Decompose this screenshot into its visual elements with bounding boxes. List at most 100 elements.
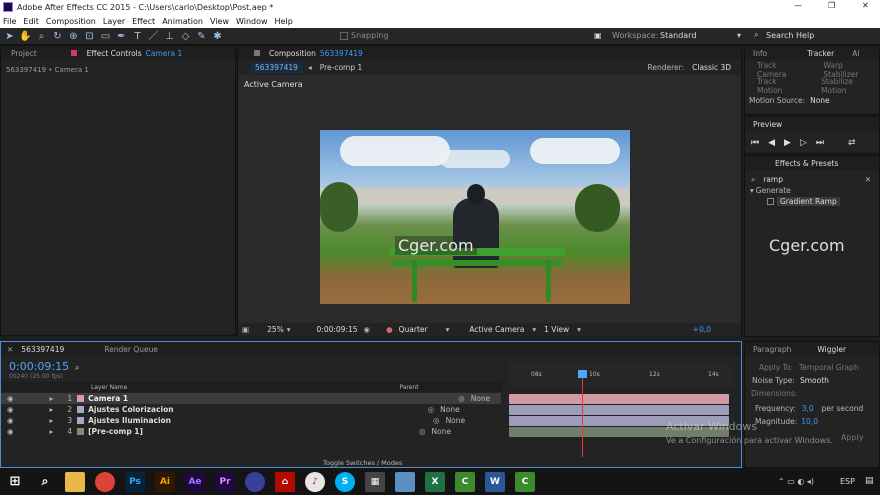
- layer-row[interactable]: ◉ ▸ 2 Ajustes Colorizacion ◎ None: [1, 404, 501, 415]
- parent-select[interactable]: None: [432, 427, 452, 436]
- menu-animation[interactable]: Animation: [162, 17, 203, 26]
- tab-tracker[interactable]: Tracker: [807, 49, 834, 58]
- layer-bar[interactable]: [509, 405, 729, 415]
- layer-row[interactable]: ◉ ▸ 3 Ajustes Iluminacion ◎ None: [1, 415, 501, 426]
- notifications-icon[interactable]: ▤: [865, 476, 874, 486]
- layer-name[interactable]: Camera 1: [88, 394, 128, 403]
- calculator-icon[interactable]: ▦: [365, 471, 385, 492]
- camtasia-recorder-icon[interactable]: C: [515, 471, 535, 492]
- skype-icon[interactable]: S: [335, 471, 355, 492]
- eye-icon[interactable]: ◉: [7, 416, 14, 425]
- windows-start-icon[interactable]: ⊞: [5, 472, 25, 492]
- minimize-button[interactable]: —: [794, 1, 802, 10]
- zoom-tool-icon[interactable]: ⌕: [35, 30, 48, 43]
- comp-viewer-image[interactable]: [320, 130, 630, 304]
- playhead[interactable]: [582, 372, 583, 457]
- exposure-value[interactable]: +0,0: [693, 325, 711, 334]
- menu-help[interactable]: Help: [275, 17, 293, 26]
- pen-tool-icon[interactable]: ✒: [115, 30, 128, 43]
- photoshop-icon[interactable]: Ps: [125, 471, 145, 492]
- expand-arrow-icon[interactable]: ▸: [50, 405, 54, 414]
- close-icon[interactable]: ✕: [7, 345, 13, 354]
- selection-tool-icon[interactable]: ➤: [3, 30, 16, 43]
- eye-icon[interactable]: ◉: [7, 405, 14, 414]
- tab-project[interactable]: Project: [11, 49, 37, 58]
- menu-edit[interactable]: Edit: [23, 17, 39, 26]
- roto-brush-tool-icon[interactable]: ✎: [195, 30, 208, 43]
- workspace-select[interactable]: Standard: [660, 31, 696, 40]
- parent-select[interactable]: None: [446, 416, 466, 425]
- effects-search-input[interactable]: ramp: [763, 175, 783, 184]
- menu-layer[interactable]: Layer: [103, 17, 125, 26]
- snapping-checkbox[interactable]: [340, 32, 348, 40]
- menu-window[interactable]: Window: [236, 17, 268, 26]
- tab-info[interactable]: Info: [753, 49, 767, 58]
- parent-select[interactable]: None: [440, 405, 460, 414]
- menu-composition[interactable]: Composition: [46, 17, 96, 26]
- language-indicator[interactable]: ESP: [840, 477, 855, 486]
- itunes-icon[interactable]: ♪: [305, 471, 325, 492]
- app-icon[interactable]: [395, 471, 415, 492]
- search-icon[interactable]: ⌕: [75, 363, 79, 373]
- tab-preview[interactable]: Preview: [753, 120, 782, 129]
- file-explorer-icon[interactable]: [65, 471, 85, 492]
- last-frame-icon[interactable]: ⏭: [816, 138, 824, 148]
- effect-gradient-ramp[interactable]: Gradient Ramp: [777, 197, 840, 206]
- parent-pickwhip-icon[interactable]: ◎: [433, 416, 440, 425]
- premiere-icon[interactable]: Pr: [215, 471, 235, 492]
- eraser-tool-icon[interactable]: ◇: [179, 30, 192, 43]
- play-icon[interactable]: ▶: [784, 138, 791, 148]
- illustrator-icon[interactable]: Ai: [155, 471, 175, 492]
- search-icon[interactable]: ⌕: [35, 472, 55, 492]
- after-effects-icon[interactable]: Ae: [185, 471, 205, 492]
- browser-icon[interactable]: [245, 471, 265, 492]
- chevron-down-icon[interactable]: ▾: [287, 325, 291, 334]
- tray-icons[interactable]: ⌃ ▭ ◐ ◂): [778, 477, 814, 486]
- parent-pickwhip-icon[interactable]: ◎: [419, 427, 426, 436]
- parent-select[interactable]: None: [471, 394, 491, 403]
- menu-view[interactable]: View: [210, 17, 229, 26]
- tab-render-queue[interactable]: Render Queue: [104, 345, 158, 354]
- snapshot-icon[interactable]: ◉: [364, 325, 371, 334]
- close-button[interactable]: ✕: [862, 1, 869, 10]
- expand-arrow-icon[interactable]: ▾: [750, 186, 754, 195]
- first-frame-icon[interactable]: ⏮: [751, 138, 759, 148]
- maximize-button[interactable]: ❐: [828, 1, 835, 10]
- tab-wiggler[interactable]: Wiggler: [817, 345, 846, 354]
- rotate-tool-icon[interactable]: ↻: [51, 30, 64, 43]
- layer-color-label[interactable]: [77, 428, 85, 435]
- chevron-down-icon[interactable]: ▾: [737, 31, 741, 40]
- chevron-down-icon[interactable]: ▾: [577, 325, 581, 334]
- layer-row[interactable]: ◉ ▸ 4 [Pre-comp 1] ◎ None: [1, 426, 501, 437]
- magnitude-value[interactable]: 10,0: [801, 417, 818, 426]
- eye-icon[interactable]: ◉: [7, 394, 14, 403]
- time-ruler[interactable]: 08s 10s 12s 14s: [509, 362, 734, 388]
- playhead-handle[interactable]: [578, 370, 587, 378]
- timeline-timecode[interactable]: 0:00:09:15: [9, 360, 69, 373]
- renderer-value[interactable]: Classic 3D: [692, 63, 731, 72]
- tab-align[interactable]: Al: [852, 49, 859, 58]
- layer-name[interactable]: [Pre-comp 1]: [88, 427, 143, 436]
- type-tool-icon[interactable]: T: [131, 30, 144, 43]
- chevron-down-icon[interactable]: ▾: [446, 325, 450, 334]
- loop-icon[interactable]: ⇄: [848, 138, 856, 148]
- layer-name[interactable]: Ajustes Iluminacion: [88, 416, 171, 425]
- menu-file[interactable]: File: [3, 17, 16, 26]
- apply-button[interactable]: Apply: [841, 433, 864, 442]
- views-select[interactable]: 1 View: [544, 325, 569, 334]
- tab-paragraph[interactable]: Paragraph: [753, 345, 791, 354]
- chrome-icon[interactable]: [95, 471, 115, 492]
- parent-pickwhip-icon[interactable]: ◎: [428, 405, 435, 414]
- noise-type-select[interactable]: Smooth: [800, 376, 829, 385]
- clear-search-icon[interactable]: ✕: [865, 175, 871, 184]
- layer-color-label[interactable]: [77, 417, 85, 424]
- brush-tool-icon[interactable]: ／: [147, 30, 160, 43]
- apply-to-select[interactable]: Temporal Graph: [799, 363, 859, 372]
- word-icon[interactable]: W: [485, 471, 505, 492]
- layer-bar[interactable]: [509, 394, 729, 404]
- hand-tool-icon[interactable]: ✋: [19, 30, 32, 43]
- stabilize-motion-button[interactable]: Stabilize Motion: [821, 77, 879, 95]
- tab-timeline-comp[interactable]: 563397419: [21, 345, 64, 354]
- search-help-input[interactable]: Search Help: [766, 31, 814, 40]
- expand-arrow-icon[interactable]: ▸: [50, 394, 54, 403]
